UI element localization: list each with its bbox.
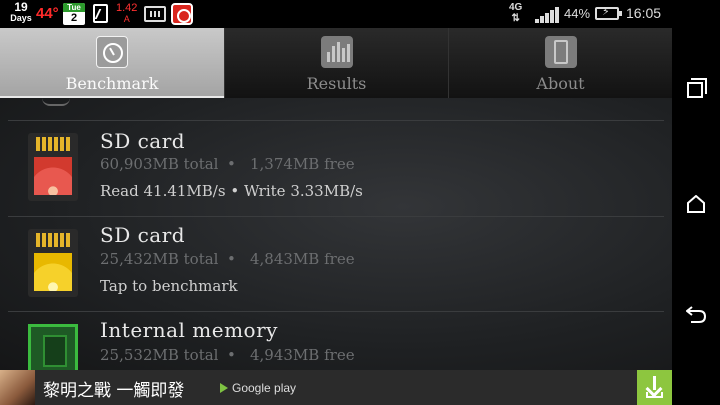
item-free: 4,843MB free — [250, 250, 355, 268]
storage-item-sd-card-2[interactable]: SD card 25,432MB total • 4,843MB free Ta… — [0, 217, 672, 313]
data-arrows-icon: ⇅ — [511, 13, 520, 24]
bar-chart-icon — [321, 36, 353, 68]
google-play-badge: Google play — [220, 381, 296, 395]
item-free: 4,943MB free — [250, 346, 355, 364]
app-notification-icon — [171, 3, 193, 25]
days-counter-icon: 19 Days — [8, 0, 34, 24]
storage-item-internal-memory[interactable]: Internal memory 25,532MB total • 4,943MB… — [0, 312, 672, 370]
tab-benchmark-label: Benchmark — [65, 74, 159, 93]
item-separator: • — [227, 155, 236, 173]
tab-results[interactable]: Results — [224, 28, 448, 98]
tab-bar: Benchmark Results About — [0, 28, 672, 98]
back-icon[interactable] — [686, 305, 706, 323]
calendar-date: 2 — [70, 12, 78, 24]
battery-percent: 44% — [564, 6, 591, 21]
home-icon[interactable] — [687, 195, 705, 213]
tab-about-label: About — [536, 74, 585, 93]
signal-icon — [535, 7, 559, 23]
ad-banner[interactable]: 黎明之戰 一觸即發 Google play — [0, 370, 672, 405]
partial-item-icon — [42, 98, 70, 106]
temperature: 44° — [36, 5, 59, 22]
clock: 16:05 — [626, 5, 662, 21]
sd-card-red-icon — [28, 133, 78, 201]
item-title: Internal memory — [100, 318, 278, 342]
item-title: SD card — [100, 129, 186, 153]
speed-unit: A — [123, 14, 130, 24]
phone-icon — [545, 36, 577, 68]
item-total: 60,903MB total — [100, 155, 219, 173]
speed-value: 1.42 — [116, 2, 138, 14]
storage-item-sd-card-1[interactable]: SD card 60,903MB total • 1,374MB free Re… — [0, 121, 672, 217]
days-label: Days — [10, 13, 32, 23]
network-type: 4G ⇅ — [509, 2, 522, 24]
tab-results-label: Results — [306, 74, 367, 93]
battery-charging-icon — [595, 5, 622, 20]
recent-apps-icon[interactable] — [687, 78, 707, 98]
item-free: 1,374MB free — [250, 155, 355, 173]
calendar-day: Tue — [63, 3, 85, 12]
tab-benchmark[interactable]: Benchmark — [0, 28, 224, 98]
item-title: SD card — [100, 223, 186, 247]
item-tap-hint: Tap to benchmark — [100, 277, 238, 295]
ad-avatar — [0, 370, 35, 405]
ad-title: 黎明之戰 一觸即發 — [43, 381, 185, 401]
network-label: 4G — [509, 2, 523, 13]
item-total: 25,532MB total — [100, 346, 219, 364]
item-speed-result: Read 41.41MB/s • Write 3.33MB/s — [100, 182, 363, 200]
keyboard-icon — [144, 6, 166, 22]
sd-card-yellow-icon — [28, 229, 78, 297]
tab-about[interactable]: About — [448, 28, 672, 98]
item-separator: • — [227, 346, 236, 364]
speed-indicator: 1.42 A — [116, 3, 137, 25]
play-store-icon — [220, 383, 228, 393]
item-separator: • — [227, 250, 236, 268]
store-name: Google play — [232, 381, 297, 395]
storage-list[interactable]: SD card 60,903MB total • 1,374MB free Re… — [0, 98, 672, 370]
status-bar: 19 Days 44° Tue 2 1.42 A 4G ⇅ 44% 16:05 — [0, 0, 672, 28]
item-total: 25,432MB total — [100, 250, 219, 268]
days-number: 19 — [14, 0, 28, 14]
navigation-bar — [672, 0, 720, 405]
memory-chip-icon — [28, 324, 78, 370]
document-icon — [93, 4, 108, 23]
download-icon[interactable] — [637, 370, 672, 405]
calendar-icon: Tue 2 — [63, 3, 85, 25]
gauge-icon — [96, 36, 128, 68]
